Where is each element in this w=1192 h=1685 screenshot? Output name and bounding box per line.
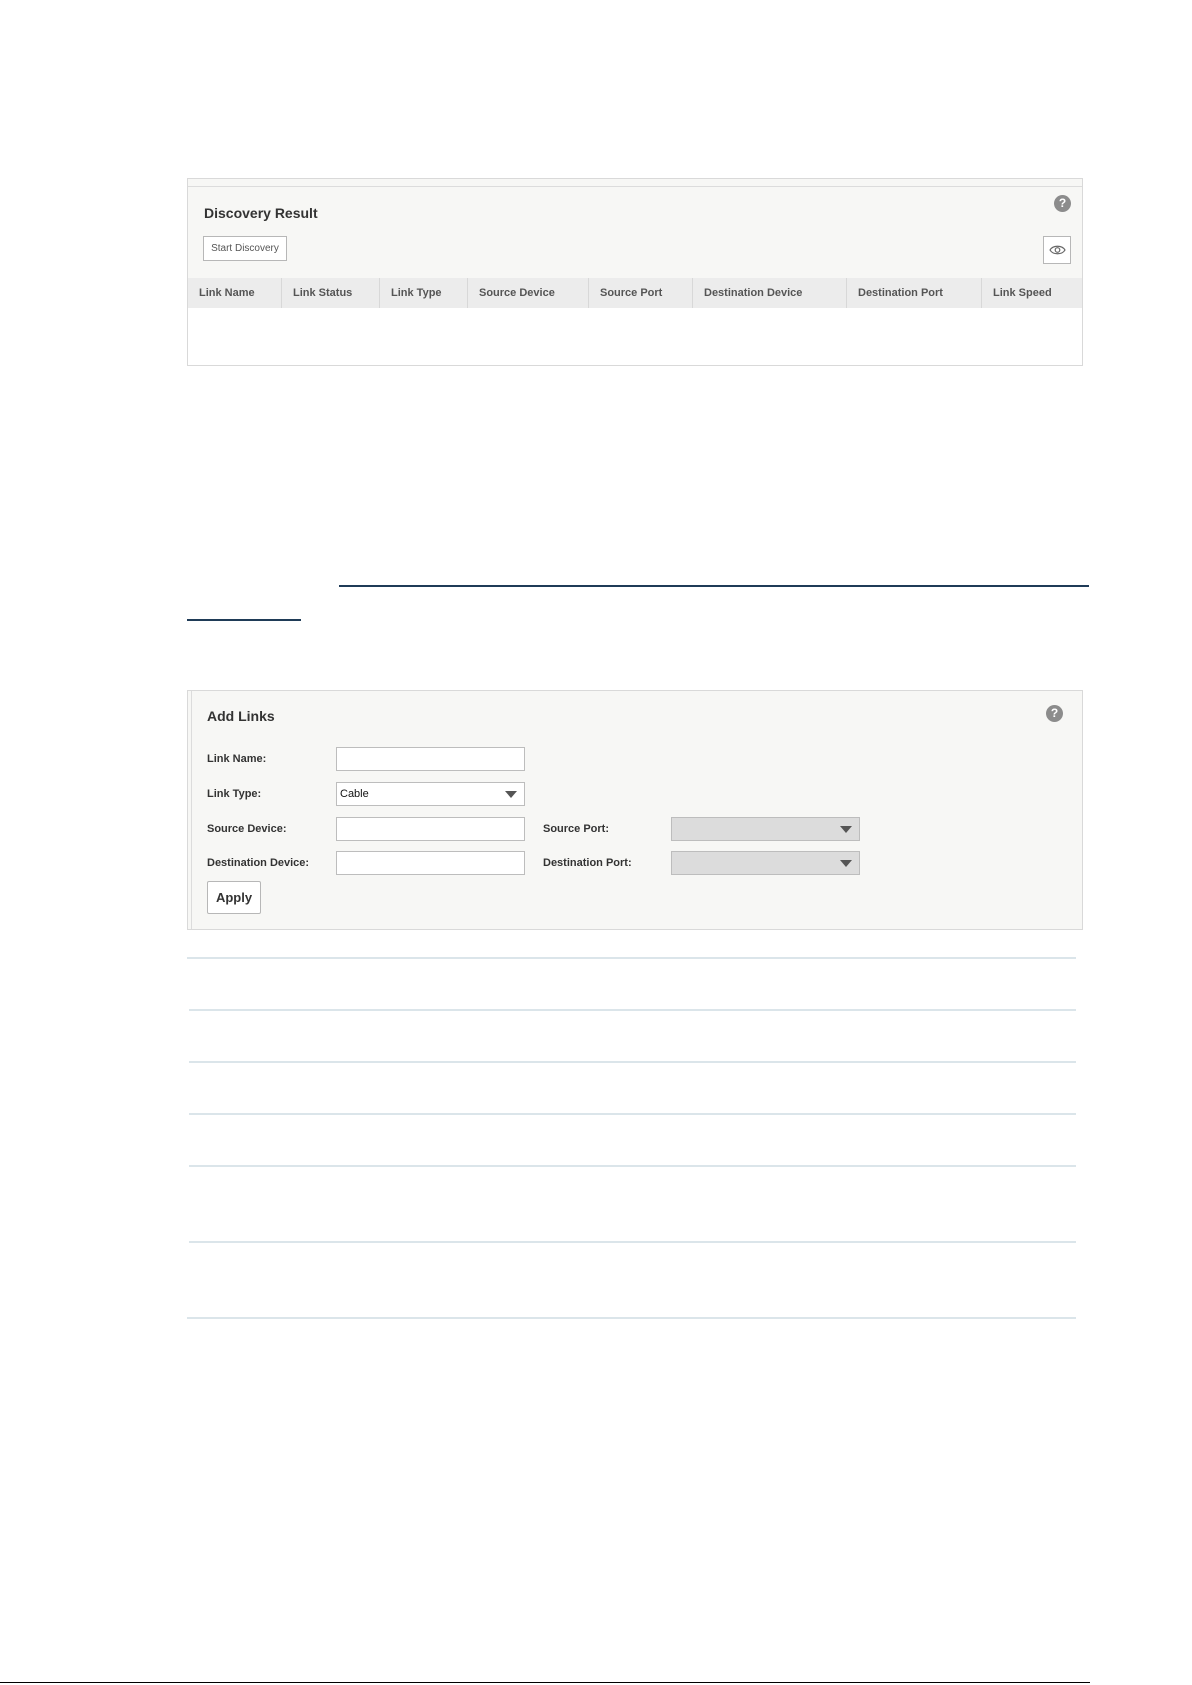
eye-icon <box>1049 245 1066 255</box>
table-row-divider <box>187 1317 1076 1319</box>
column-header-destination-device[interactable]: Destination Device <box>693 278 847 308</box>
chevron-down-icon <box>840 826 852 833</box>
table-row-divider <box>189 1165 1076 1167</box>
source-port-select[interactable] <box>671 817 860 841</box>
discovery-result-panel: Discovery Result ? Start Discovery Link … <box>187 178 1083 366</box>
column-header-link-type[interactable]: Link Type <box>380 278 468 308</box>
column-header-link-speed[interactable]: Link Speed <box>982 278 1082 308</box>
link-type-value: Cable <box>340 788 369 800</box>
apply-button[interactable]: Apply <box>207 881 261 914</box>
panel-top-divider <box>188 186 1082 187</box>
table-row-divider <box>187 957 1076 959</box>
help-icon[interactable]: ? <box>1046 705 1063 722</box>
link-type-label: Link Type: <box>207 788 262 800</box>
table-row-divider <box>189 1061 1076 1063</box>
destination-device-input[interactable] <box>336 851 525 875</box>
view-columns-button[interactable] <box>1043 236 1071 264</box>
link-name-label: Link Name: <box>207 753 267 765</box>
destination-device-label: Destination Device: <box>207 857 310 869</box>
table-row-divider <box>189 1009 1076 1011</box>
column-header-source-device[interactable]: Source Device <box>468 278 589 308</box>
column-header-destination-port[interactable]: Destination Port <box>847 278 982 308</box>
destination-port-label: Destination Port: <box>543 857 632 869</box>
source-port-label: Source Port: <box>543 823 610 835</box>
chevron-down-icon <box>505 791 517 798</box>
start-discovery-button[interactable]: Start Discovery <box>203 236 287 261</box>
link-type-select[interactable]: Cable <box>336 782 525 806</box>
destination-port-select[interactable] <box>671 851 860 875</box>
underline-rule <box>187 619 301 621</box>
help-icon[interactable]: ? <box>1054 195 1071 212</box>
column-header-link-name[interactable]: Link Name <box>188 278 282 308</box>
column-header-source-port[interactable]: Source Port <box>589 278 693 308</box>
column-header-link-status[interactable]: Link Status <box>282 278 380 308</box>
page-bottom-rule <box>0 1682 1090 1683</box>
add-links-title: Add Links <box>207 708 275 724</box>
underline-rule <box>339 585 1089 587</box>
table-header: Link Name Link Status Link Type Source D… <box>188 278 1082 308</box>
table-row-divider <box>189 1241 1076 1243</box>
chevron-down-icon <box>840 860 852 867</box>
table-row-divider <box>189 1113 1076 1115</box>
source-device-label: Source Device: <box>207 823 287 835</box>
discovery-result-title: Discovery Result <box>204 205 318 221</box>
discovery-result-table: Link Name Link Status Link Type Source D… <box>188 278 1082 365</box>
source-device-input[interactable] <box>336 817 525 841</box>
panel-left-divider <box>191 691 192 929</box>
add-links-panel: Add Links ? Link Name: Link Type: Cable … <box>187 690 1083 930</box>
link-name-input[interactable] <box>336 747 525 771</box>
